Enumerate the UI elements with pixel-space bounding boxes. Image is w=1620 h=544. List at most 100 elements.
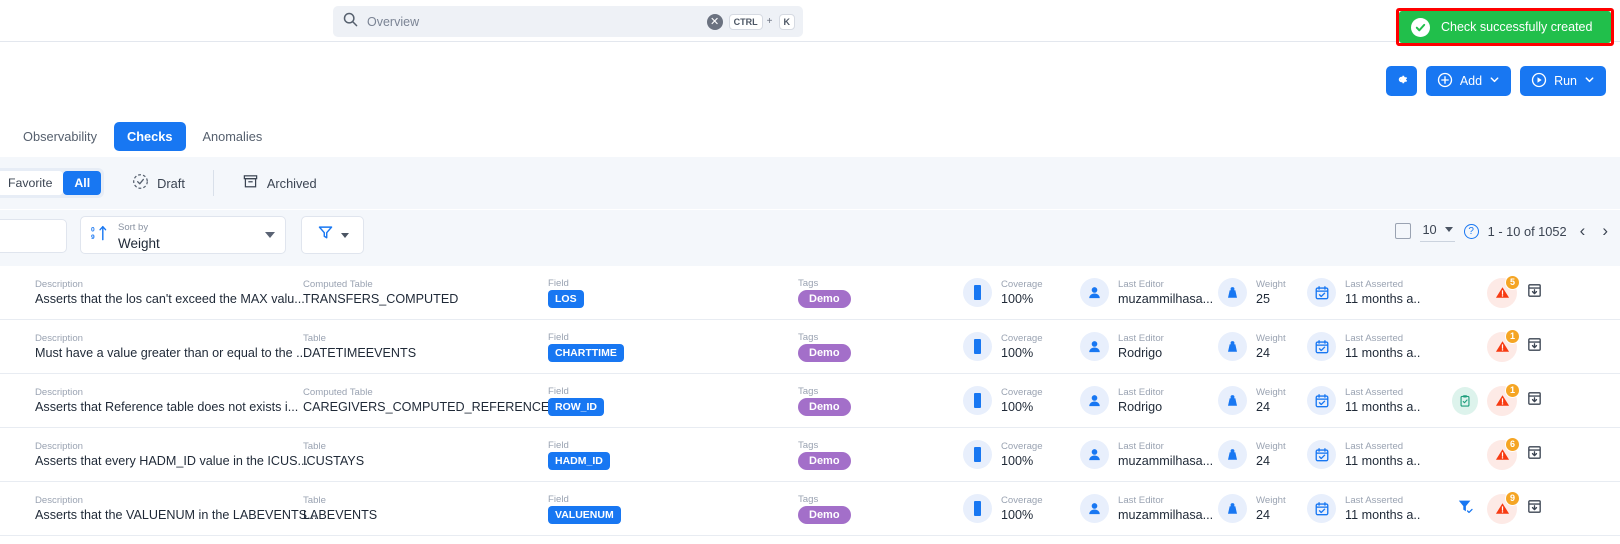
alert-indicator[interactable]: 9 — [1487, 490, 1520, 524]
row-actions: 1 — [1452, 382, 1543, 416]
cell-caption: Weight — [1256, 387, 1286, 398]
archive-row-icon[interactable] — [1526, 498, 1543, 520]
filter-archived[interactable]: Archived — [242, 173, 317, 193]
segment-favorite[interactable]: Favorite — [0, 171, 64, 195]
favorite-all-toggle: Favorite All — [0, 168, 105, 198]
coverage-bar-icon — [963, 332, 992, 361]
cell-last-editor: Last Editor muzammilhasa... — [1080, 494, 1213, 523]
list-search-input[interactable] — [0, 219, 67, 253]
filter-draft[interactable]: Draft — [132, 173, 185, 193]
tag-pill: Demo — [798, 506, 851, 524]
svg-text:9: 9 — [91, 234, 95, 241]
cell-caption: Last Asserted — [1345, 387, 1404, 398]
row-actions: 1 — [1452, 328, 1543, 362]
table-row[interactable]: Description Asserts that the los can't e… — [0, 266, 1620, 320]
settings-button[interactable] — [1385, 66, 1417, 96]
alert-indicator[interactable]: 5 — [1487, 274, 1520, 308]
sort-icon: 09 — [91, 224, 108, 247]
cell-value: 100% — [1001, 508, 1034, 522]
cell-weight: Weight 24 — [1218, 440, 1286, 469]
archive-row-icon[interactable] — [1526, 282, 1543, 304]
user-icon — [1080, 386, 1109, 415]
cell-tags: Tags Demo — [798, 493, 948, 524]
toast-notification[interactable]: Check successfully created — [1399, 11, 1611, 43]
cell-value: muzammilhasa... — [1118, 508, 1214, 522]
help-icon[interactable]: ? — [1463, 223, 1479, 239]
clipboard-check-icon — [1452, 386, 1478, 415]
row-extra-slot[interactable] — [1452, 386, 1478, 415]
chevron-down-icon — [1444, 227, 1453, 232]
page-size-value: 10 — [1422, 222, 1437, 237]
calendar-check-icon — [1307, 386, 1336, 415]
cell-value: 11 months a.. — [1345, 400, 1421, 414]
run-button[interactable]: Run — [1520, 66, 1606, 96]
alert-indicator[interactable]: 1 — [1487, 382, 1520, 416]
user-icon — [1080, 440, 1109, 469]
alert-indicator[interactable]: 1 — [1487, 328, 1520, 362]
search-input[interactable] — [367, 14, 707, 29]
cell-value: Asserts that the VALUENUM in the LABEVEN… — [35, 508, 318, 522]
cell-last-editor: Last Editor Rodrigo — [1080, 386, 1164, 415]
calendar-check-icon — [1307, 494, 1336, 523]
filter-dropdown-button[interactable] — [301, 216, 364, 254]
cell-value: 100% — [1001, 400, 1034, 414]
run-button-label: Run — [1554, 74, 1577, 88]
add-button-label: Add — [1459, 74, 1483, 88]
alert-indicator[interactable]: 6 — [1487, 436, 1520, 470]
table-row[interactable]: Description Must have a value greater th… — [0, 320, 1620, 374]
cell-caption: Description — [35, 495, 83, 506]
tag-pill: Demo — [798, 398, 851, 416]
next-page-button[interactable]: › — [1598, 221, 1612, 241]
tab-observability[interactable]: Observability — [10, 122, 110, 151]
cell-value: Asserts that every HADM_ID value in the … — [35, 454, 308, 468]
archive-row-icon[interactable] — [1526, 336, 1543, 358]
table-row[interactable]: Description Asserts that the VALUENUM in… — [0, 482, 1620, 536]
select-all-checkbox[interactable] — [1395, 223, 1412, 239]
cell-coverage: Coverage 100% — [963, 440, 1043, 469]
user-icon — [1080, 332, 1109, 361]
cell-caption: Coverage — [1001, 279, 1043, 290]
archive-row-icon[interactable] — [1526, 444, 1543, 466]
cell-caption: Description — [35, 279, 83, 290]
segment-all[interactable]: All — [63, 171, 102, 195]
cell-caption: Table — [303, 495, 326, 506]
cell-value: TRANSFERS_COMPUTED — [303, 292, 459, 306]
page-size-select[interactable]: 10 — [1420, 220, 1455, 242]
tab-checks[interactable]: Checks — [113, 122, 186, 151]
cell-caption: Last Editor — [1118, 333, 1164, 344]
cell-last-asserted: Last Asserted 11 months a.. — [1307, 440, 1420, 469]
global-search[interactable]: ✕ CTRL + K — [333, 6, 803, 37]
cell-weight: Weight 24 — [1218, 332, 1286, 361]
cell-tags: Tags Demo — [798, 385, 948, 416]
tab-anomalies[interactable]: Anomalies — [190, 122, 276, 151]
filter-draft-label: Draft — [157, 175, 185, 191]
cell-caption: Tags — [798, 278, 819, 289]
table-row[interactable]: Description Asserts that every HADM_ID v… — [0, 428, 1620, 482]
field-pill: LOS — [548, 290, 584, 308]
prev-page-button[interactable]: ‹ — [1576, 221, 1590, 241]
alert-count-badge: 1 — [1505, 382, 1520, 398]
search-icon — [343, 12, 358, 32]
funnel-icon — [317, 224, 334, 246]
cell-caption: Tags — [798, 386, 819, 397]
sort-by-select[interactable]: 09 Sort by Weight — [80, 216, 286, 254]
cell-caption: Weight — [1256, 495, 1286, 506]
cell-value: muzammilhasa... — [1118, 454, 1214, 468]
calendar-check-icon — [1307, 278, 1336, 307]
cell-field: Field HADM_ID — [548, 439, 778, 470]
draft-clock-icon — [132, 173, 149, 193]
clear-search-icon[interactable]: ✕ — [706, 13, 723, 30]
cell-value: 100% — [1001, 346, 1034, 360]
cell-last-asserted: Last Asserted 11 months a.. — [1307, 494, 1420, 523]
alert-count-badge: 6 — [1505, 436, 1520, 452]
play-circle-icon — [1531, 72, 1547, 91]
cell-last-asserted: Last Asserted 11 months a.. — [1307, 332, 1420, 361]
row-extra-slot[interactable] — [1452, 497, 1478, 520]
table-row[interactable]: Description Asserts that Reference table… — [0, 374, 1620, 428]
add-button[interactable]: Add — [1425, 66, 1512, 96]
cell-caption: Tags — [798, 494, 819, 505]
archive-row-icon[interactable] — [1526, 390, 1543, 412]
chevron-down-icon — [1489, 74, 1500, 88]
main-tabs: Observability Checks Anomalies — [0, 118, 1620, 155]
cell-table: Table ICUSTAYS — [303, 440, 493, 469]
